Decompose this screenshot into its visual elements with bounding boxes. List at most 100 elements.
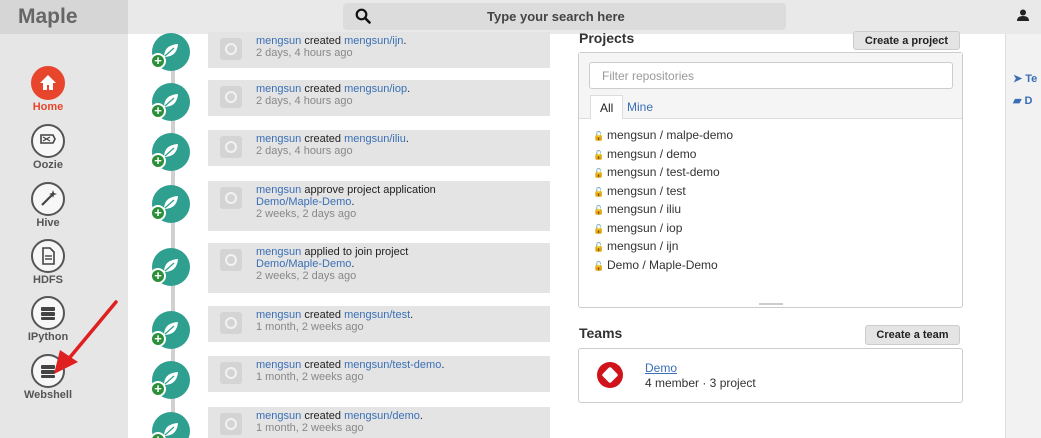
sidebar-item-oozie[interactable]: Oozie bbox=[12, 124, 84, 171]
plus-icon: + bbox=[150, 381, 166, 397]
plus-icon: + bbox=[150, 103, 166, 119]
tab-mine[interactable]: Mine bbox=[618, 95, 662, 119]
home-icon bbox=[31, 66, 65, 100]
feed-card: mengsun created mengsun/test-demo. 1 mon… bbox=[208, 356, 550, 392]
feed-user-link[interactable]: mengsun bbox=[256, 133, 301, 145]
unlock-icon: 🔓 bbox=[593, 205, 605, 215]
feed-action: created bbox=[304, 133, 342, 145]
feed-user-link[interactable]: mengsun bbox=[256, 359, 301, 371]
right-panel-link[interactable]: ➤ Te bbox=[1013, 72, 1037, 85]
feed-user-link[interactable]: mengsun bbox=[256, 246, 301, 258]
feed-card: mengsun created mengsun/iliu. 2 days, 4 … bbox=[208, 130, 550, 166]
feed-action: created bbox=[304, 35, 342, 47]
right-panel-link[interactable]: ▰ D bbox=[1013, 94, 1032, 107]
feed-user-link[interactable]: mengsun bbox=[256, 309, 301, 321]
unlock-icon: 🔓 bbox=[593, 224, 605, 234]
feed-target-link[interactable]: mengsun/iop bbox=[344, 83, 407, 95]
feed-user-link[interactable]: mengsun bbox=[256, 410, 301, 422]
activity-badge: + bbox=[150, 133, 190, 171]
avatar bbox=[220, 249, 242, 271]
sidebar-item-label: Webshell bbox=[23, 389, 73, 401]
teams-title: Teams bbox=[579, 325, 623, 341]
feed-target-link[interactable]: mengsun/iliu bbox=[344, 133, 406, 145]
unlock-icon: 🔓 bbox=[593, 242, 605, 252]
feed-card: mengsun created mengsun/iop. 2 days, 4 h… bbox=[208, 80, 550, 116]
team-name-link[interactable]: Demo bbox=[645, 361, 677, 375]
user-icon[interactable] bbox=[1017, 9, 1029, 21]
create-team-button[interactable]: Create a team bbox=[865, 325, 960, 345]
filter-repositories-input[interactable]: Filter repositories bbox=[589, 62, 953, 89]
repo-item[interactable]: 🔓 mengsun / test-demo bbox=[593, 165, 720, 179]
avatar bbox=[220, 362, 242, 384]
repo-item[interactable]: 🔓 mengsun / test bbox=[593, 184, 686, 198]
feed-target-link[interactable]: mengsun/test-demo bbox=[344, 359, 441, 371]
feed-time: 2 weeks, 2 days ago bbox=[256, 208, 357, 220]
search-bar[interactable]: Type your search here bbox=[343, 3, 786, 30]
feed-target-link[interactable]: mengsun/test bbox=[344, 309, 410, 321]
feed-card: mengsun created mengsun/ijn. 2 days, 4 h… bbox=[208, 32, 550, 68]
activity-badge: + bbox=[150, 248, 190, 286]
feed-action: applied to join project bbox=[304, 246, 409, 258]
feed-user-link[interactable]: mengsun bbox=[256, 83, 301, 95]
team-meta: 4 member · 3 project bbox=[645, 376, 756, 390]
feed-card: mengsun created mengsun/demo. 1 month, 2… bbox=[208, 407, 550, 438]
feed-time: 1 month, 2 weeks ago bbox=[256, 422, 364, 434]
sidebar-item-label: Hive bbox=[36, 217, 60, 229]
unlock-icon: 🔓 bbox=[593, 261, 605, 271]
feed-user-link[interactable]: mengsun bbox=[256, 184, 301, 196]
feed-action: created bbox=[304, 309, 342, 321]
avatar bbox=[220, 38, 242, 60]
activity-badge: + bbox=[150, 311, 190, 349]
repo-item[interactable]: 🔓 mengsun / ijn bbox=[593, 239, 678, 253]
projects-panel: Filter repositories All Mine 🔓 mengsun / … bbox=[578, 52, 963, 308]
plus-icon: + bbox=[150, 153, 166, 169]
repo-item[interactable]: 🔓 Demo / Maple-Demo bbox=[593, 258, 718, 272]
feed-target-link[interactable]: mengsun/demo bbox=[344, 410, 420, 422]
avatar bbox=[220, 136, 242, 158]
avatar bbox=[220, 187, 242, 209]
repo-item[interactable]: 🔓 mengsun / demo bbox=[593, 147, 696, 161]
sidebar-item-hive[interactable]: Hive bbox=[12, 182, 84, 229]
activity-badge: + bbox=[150, 33, 190, 71]
feed-target-link[interactable]: mengsun/ijn bbox=[344, 35, 403, 47]
sidebar-item-home[interactable]: Home bbox=[12, 66, 84, 113]
feed-action: created bbox=[304, 410, 342, 422]
resize-handle[interactable] bbox=[759, 303, 783, 305]
team-logo-icon bbox=[597, 362, 623, 388]
annotation-arrow bbox=[54, 300, 118, 374]
avatar bbox=[220, 413, 242, 435]
create-project-button[interactable]: Create a project bbox=[853, 31, 960, 50]
activity-badge: + bbox=[150, 361, 190, 399]
feed-action: created bbox=[304, 359, 342, 371]
sidebar: Home Oozie Hive HDFS IPython Webshell bbox=[0, 34, 128, 438]
teams-panel: Demo 4 member · 3 project bbox=[578, 348, 963, 403]
feed-target-link[interactable]: Demo/Maple-Demo bbox=[256, 258, 351, 270]
feed-time: 1 month, 2 weeks ago bbox=[256, 371, 364, 383]
sidebar-item-label: HDFS bbox=[33, 274, 63, 286]
search-placeholder: Type your search here bbox=[487, 9, 625, 24]
avatar bbox=[220, 86, 242, 108]
unlock-icon: 🔓 bbox=[593, 187, 605, 197]
sidebar-item-label: Home bbox=[32, 101, 64, 113]
hive-wand-icon bbox=[31, 182, 65, 216]
projects-panel-header: Filter repositories All Mine bbox=[579, 53, 962, 119]
plus-icon: + bbox=[150, 205, 166, 221]
plus-icon: + bbox=[150, 331, 166, 347]
feed-card: mengsun approve project application Demo/… bbox=[208, 181, 550, 231]
repo-item[interactable]: 🔓 mengsun / malpe-demo bbox=[593, 128, 733, 142]
avatar bbox=[220, 312, 242, 334]
send-icon: ➤ bbox=[1013, 73, 1023, 85]
brand-logo[interactable]: Maple bbox=[0, 0, 128, 34]
unlock-icon: 🔓 bbox=[593, 150, 605, 160]
feed-time: 2 days, 4 hours ago bbox=[256, 47, 353, 59]
feed-target-link[interactable]: Demo/Maple-Demo bbox=[256, 196, 351, 208]
right-panel: ➤ Te ▰ D bbox=[1005, 34, 1041, 438]
feed-time: 2 weeks, 2 days ago bbox=[256, 270, 357, 282]
sidebar-item-hdfs[interactable]: HDFS bbox=[12, 239, 84, 286]
oozie-icon bbox=[31, 124, 65, 158]
repo-item[interactable]: 🔓 mengsun / iop bbox=[593, 221, 682, 235]
feed-user-link[interactable]: mengsun bbox=[256, 35, 301, 47]
unlock-icon: 🔓 bbox=[593, 131, 605, 141]
feed-action: approve project application bbox=[304, 184, 436, 196]
repo-item[interactable]: 🔓 mengsun / iliu bbox=[593, 202, 681, 216]
